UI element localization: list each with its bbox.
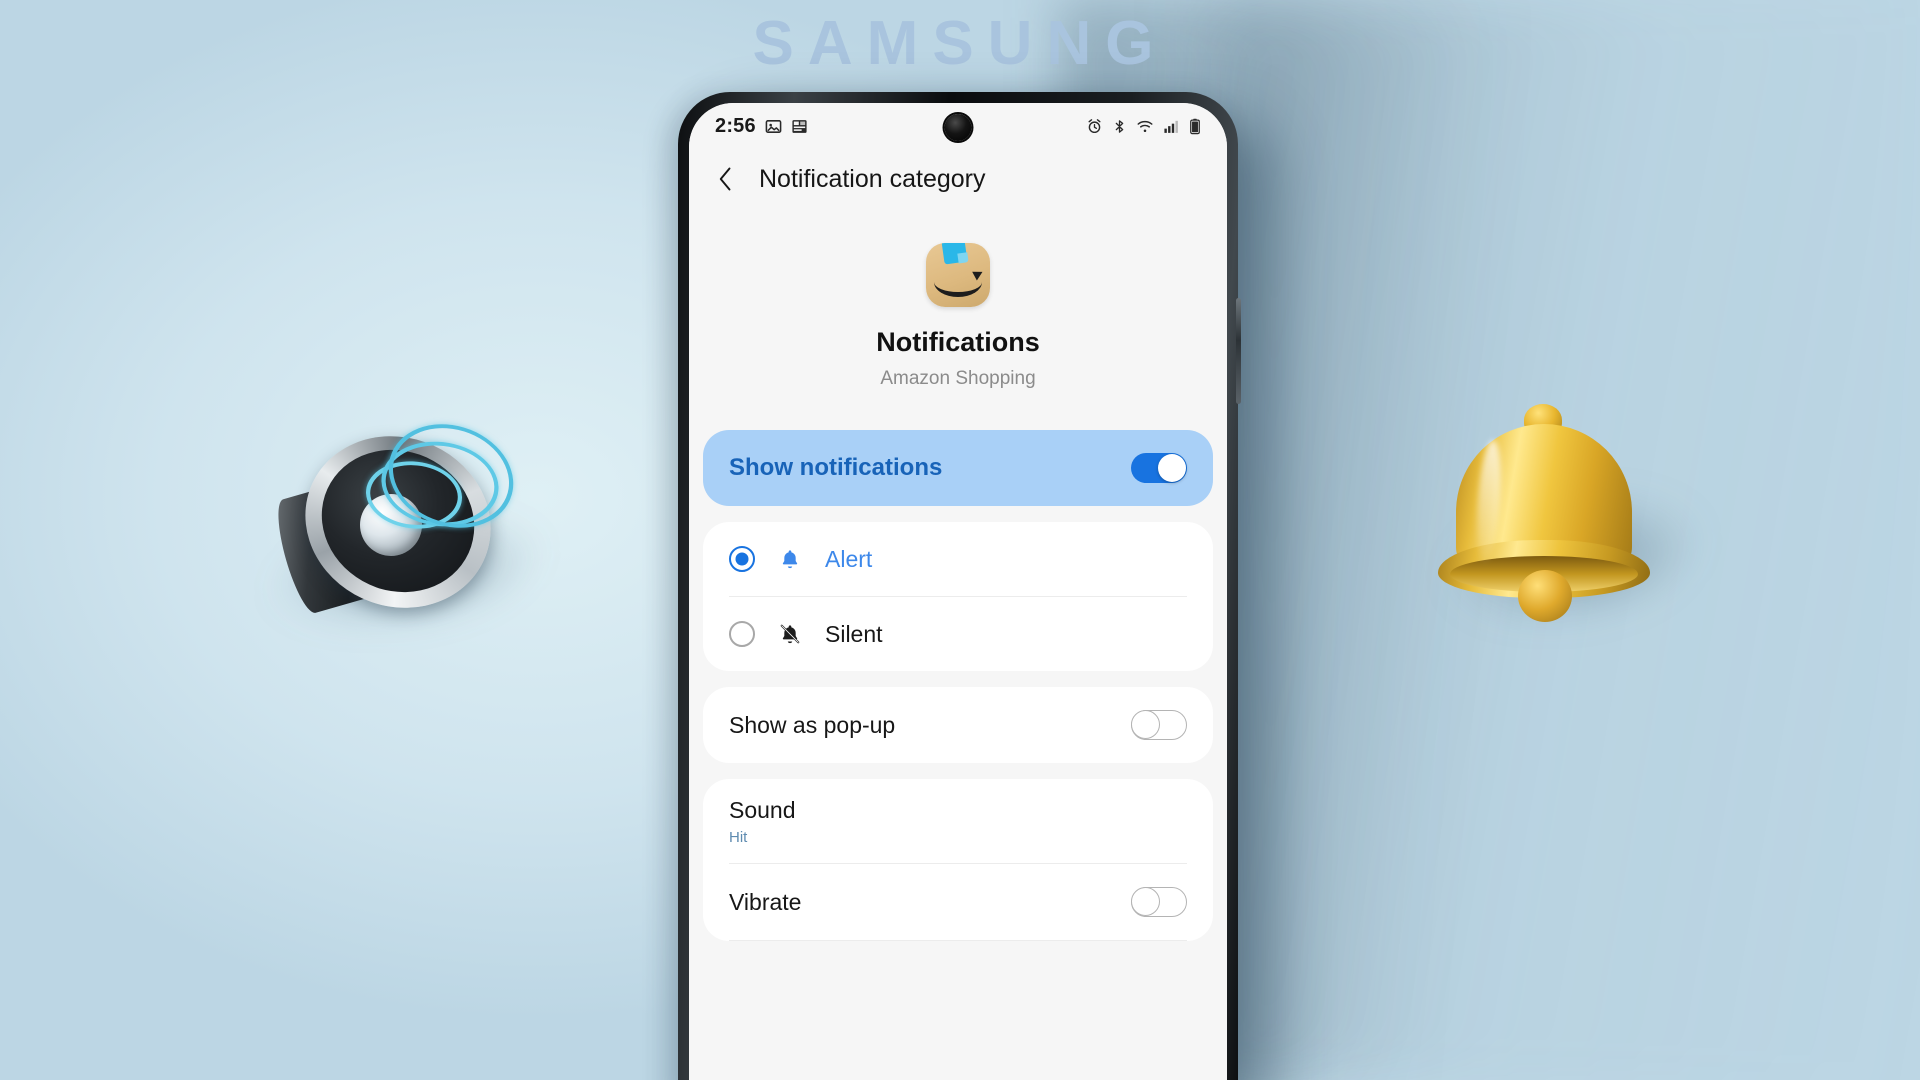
vibrate-row[interactable]: Vibrate xyxy=(703,864,1213,940)
sound-row[interactable]: Sound Hit xyxy=(703,779,1213,863)
app-bar: Notification category xyxy=(689,149,1227,209)
status-bar: 2:56 xyxy=(689,103,1227,149)
silent-label: Silent xyxy=(825,620,883,647)
show-notifications-row[interactable]: Show notifications xyxy=(703,430,1213,506)
battery-icon xyxy=(1189,118,1201,135)
silent-option-row[interactable]: Silent xyxy=(703,597,1213,671)
back-chevron-icon[interactable] xyxy=(715,165,737,193)
divider xyxy=(729,940,1187,941)
vibrate-label: Vibrate xyxy=(729,888,802,915)
wifi-icon xyxy=(1136,118,1154,135)
amazon-shopping-icon xyxy=(926,243,990,307)
show-as-popup-label: Show as pop-up xyxy=(729,711,896,738)
speaker-3d-icon xyxy=(259,398,555,626)
bell-3d-icon xyxy=(1432,398,1708,628)
toggle-knob xyxy=(1131,887,1160,916)
bluetooth-icon xyxy=(1112,118,1127,135)
bell-off-icon xyxy=(777,623,803,645)
toggle-knob xyxy=(1131,710,1160,739)
status-time: 2:56 xyxy=(715,114,756,137)
show-notifications-label: Show notifications xyxy=(729,454,943,481)
phone-screen: 2:56 Notification category Notifications… xyxy=(689,103,1227,1080)
page-title: Notification category xyxy=(759,164,986,193)
alarm-icon xyxy=(1086,118,1103,135)
sound-vibrate-card: Sound Hit Vibrate xyxy=(703,779,1213,941)
bell-icon xyxy=(777,548,803,570)
screenshot-icon xyxy=(791,118,808,135)
sound-value: Hit xyxy=(729,828,748,846)
phone-device: 2:56 Notification category Notifications… xyxy=(678,92,1241,1080)
show-as-popup-card[interactable]: Show as pop-up xyxy=(703,687,1213,763)
hero-title: Notifications xyxy=(876,327,1040,357)
show-as-popup-toggle[interactable] xyxy=(1131,710,1187,740)
app-hero-section: Notifications Amazon Shopping xyxy=(689,209,1227,430)
bell-clapper xyxy=(1518,570,1572,622)
amazon-package-shape xyxy=(941,243,968,265)
show-as-popup-row[interactable]: Show as pop-up xyxy=(703,687,1213,763)
toggle-knob xyxy=(1158,454,1186,482)
samsung-wordmark: SAMSUNG xyxy=(752,9,1168,78)
image-icon xyxy=(765,118,782,135)
alert-radio[interactable] xyxy=(729,546,755,572)
alert-mode-card: Alert Silent xyxy=(703,522,1213,671)
hero-subtitle: Amazon Shopping xyxy=(880,368,1036,389)
show-notifications-card[interactable]: Show notifications xyxy=(703,430,1213,506)
alert-option-row[interactable]: Alert xyxy=(703,522,1213,596)
alert-label: Alert xyxy=(825,545,873,572)
signal-icon xyxy=(1163,118,1180,135)
show-notifications-toggle[interactable] xyxy=(1131,453,1187,483)
front-camera-punchhole xyxy=(944,114,972,141)
sound-label: Sound xyxy=(729,796,796,823)
silent-radio[interactable] xyxy=(729,621,755,647)
vibrate-toggle[interactable] xyxy=(1131,887,1187,917)
